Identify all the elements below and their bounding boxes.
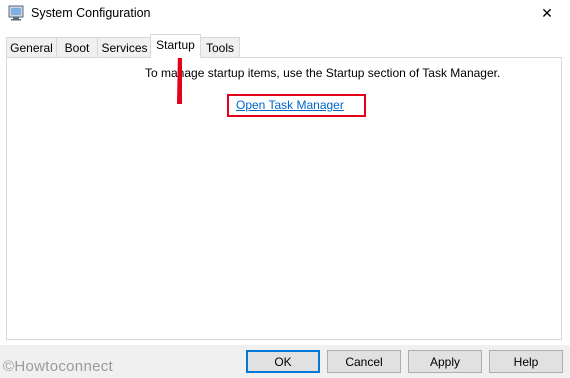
tab-label: Services xyxy=(101,41,148,55)
tab-label: Boot xyxy=(64,41,90,55)
help-button-label: Help xyxy=(513,354,539,369)
tab-general[interactable]: General xyxy=(6,37,57,57)
tab-startup[interactable]: Startup xyxy=(150,34,201,58)
tab-label: General xyxy=(10,41,53,55)
tab-boot[interactable]: Boot xyxy=(56,37,98,57)
ok-button-label: OK xyxy=(274,354,292,369)
cancel-button-label: Cancel xyxy=(345,354,383,369)
apply-button[interactable]: Apply xyxy=(408,350,482,373)
annotation-highlight-box xyxy=(227,94,366,117)
system-configuration-icon xyxy=(8,5,24,21)
window-title: System Configuration xyxy=(31,6,151,20)
watermark: ©Howtoconnect xyxy=(3,358,114,375)
startup-message: To manage startup items, use the Startup… xyxy=(145,66,501,80)
tab-label: Startup xyxy=(156,38,195,52)
tab-tools[interactable]: Tools xyxy=(200,37,240,57)
ok-button[interactable]: OK xyxy=(246,350,320,373)
help-button[interactable]: Help xyxy=(489,350,563,373)
title-bar: System Configuration ✕ xyxy=(0,0,570,27)
tab-label: Tools xyxy=(205,41,234,55)
apply-button-label: Apply xyxy=(429,354,461,369)
cancel-button[interactable]: Cancel xyxy=(327,350,401,373)
close-button[interactable]: ✕ xyxy=(524,0,570,27)
tab-services[interactable]: Services xyxy=(97,37,152,57)
close-icon: ✕ xyxy=(541,5,553,21)
